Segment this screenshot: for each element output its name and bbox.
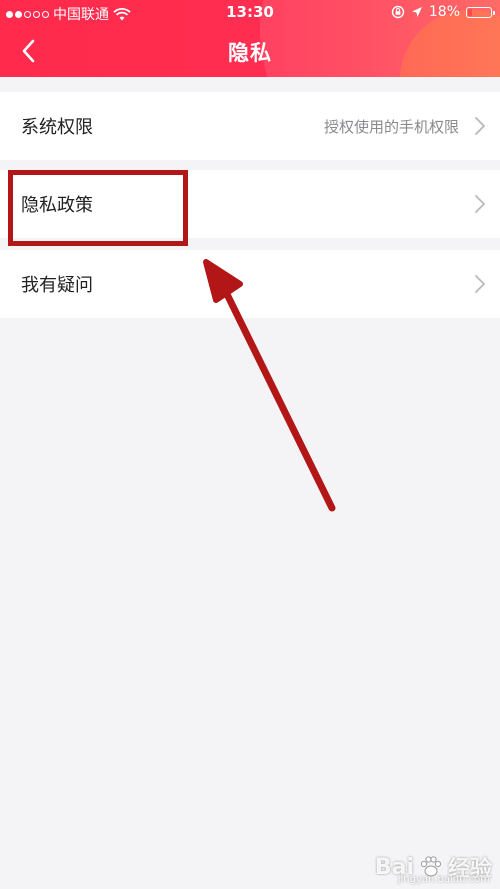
settings-item-label: 我有疑问 (21, 275, 93, 296)
settings-item-value: 授权使用的手机权限 (323, 117, 459, 136)
settings-item-system-permissions[interactable]: 系统权限 授权使用的手机权限 (0, 92, 500, 160)
battery-icon (466, 6, 495, 18)
chevron-right-icon (475, 275, 485, 293)
status-right: 18% (391, 4, 495, 20)
page-title: 隐私 (228, 41, 272, 65)
chevron-right-icon (475, 195, 485, 213)
header-bar: 中国联通 13:30 18% 隐私 (0, 0, 500, 77)
navigation-bar: 隐私 (0, 26, 500, 77)
location-icon (411, 7, 422, 17)
settings-item-label: 系统权限 (21, 117, 93, 138)
status-bar: 中国联通 13:30 18% (0, 0, 500, 26)
battery-percent: 18% (428, 4, 460, 20)
annotation-highlight-box (8, 170, 188, 246)
rotation-lock-icon (391, 5, 405, 19)
settings-item-questions[interactable]: 我有疑问 (0, 250, 500, 318)
watermark-url: jingyan.baidu.com (397, 874, 490, 885)
baidu-watermark: Bai 经验 jingyan.baidu.com (375, 851, 492, 886)
chevron-right-icon (475, 117, 485, 135)
